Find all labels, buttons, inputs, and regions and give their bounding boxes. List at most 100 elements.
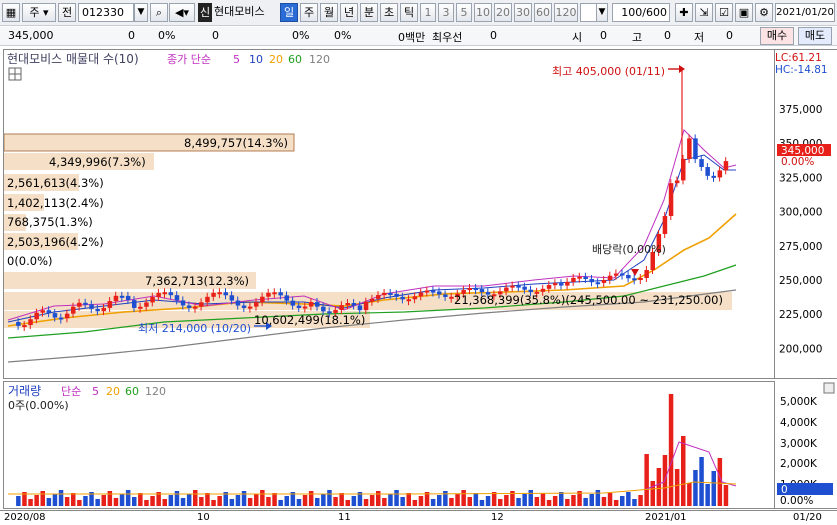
interval-10[interactable]: 10: [474, 3, 492, 22]
volume-bar: [95, 499, 100, 506]
vol-tick-0: 5,000K: [780, 396, 818, 408]
volume-bar: [339, 493, 344, 506]
candle: [40, 310, 45, 313]
interval-dropdown-icon[interactable]: ▼: [596, 3, 608, 22]
period-year[interactable]: 년: [340, 3, 358, 22]
volume-bar: [644, 454, 649, 506]
candle: [595, 282, 601, 285]
candle: [711, 175, 716, 178]
volume-bar: [52, 494, 58, 506]
market-badge: 신: [198, 3, 212, 22]
volume-bar: [71, 493, 76, 506]
quote-low-value: 0: [726, 29, 733, 42]
date-input[interactable]: 2021/01/20: [775, 3, 835, 22]
volume-bar: [491, 492, 497, 506]
checkbox-icon[interactable]: ☑: [715, 3, 733, 22]
volume-bar: [571, 495, 576, 506]
volume-bar: [522, 494, 527, 506]
candle: [437, 291, 442, 295]
chart-toolbar: ▦ 주 ▾ 전 012330 ▼ ⌕ ◀▾ 신 현대모비스 일 주 월 년 분 …: [0, 0, 837, 26]
interval-3[interactable]: 3: [438, 3, 454, 22]
candle: [229, 295, 235, 301]
volume-bar: [150, 496, 155, 506]
price-axis-svg: LC:61.21 HC:-14.81 375,000350,000325,000…: [775, 52, 831, 355]
mode-label: 주: [29, 6, 40, 19]
search-icon[interactable]: ⌕: [150, 3, 168, 22]
save-icon[interactable]: ▣: [735, 3, 753, 22]
candle: [430, 290, 436, 293]
volume-pane-title: 거래량: [8, 384, 41, 398]
period-tick[interactable]: 틱: [400, 3, 418, 22]
mode-select[interactable]: 주 ▾: [22, 3, 56, 22]
candle: [77, 302, 82, 307]
volume-bar: [205, 493, 210, 506]
quote-high-value: 0: [664, 29, 671, 42]
stock-code-input[interactable]: 012330: [78, 3, 134, 22]
period-month[interactable]: 월: [320, 3, 338, 22]
quote-low-label: 저: [694, 31, 705, 44]
volume-bar: [247, 498, 253, 506]
candle: [186, 305, 192, 308]
candle: [559, 283, 564, 286]
candle: [357, 305, 363, 311]
volume-axis: 5,000K 4,000K 3,000K 2,000K 1,000K 0 0.0…: [775, 381, 837, 509]
candle: [321, 306, 326, 312]
volume-bar: [132, 497, 137, 506]
sell-button[interactable]: 매도: [798, 27, 832, 45]
price-tick-0: 375,000: [779, 104, 822, 116]
candle: [607, 275, 613, 281]
profile-label-9: 21,368,399(35.8%)(245,500.00 ~ 231,250.0…: [454, 293, 723, 307]
period-day[interactable]: 일: [280, 3, 298, 22]
count-input[interactable]: 100/600: [612, 3, 670, 22]
interval-1[interactable]: 1: [420, 3, 436, 22]
interval-30[interactable]: 30: [514, 3, 532, 22]
chart-menu-icon[interactable]: ▦: [2, 3, 20, 22]
candle: [394, 293, 399, 297]
volume-bar: [144, 500, 149, 506]
candle: [64, 313, 70, 319]
price-chart[interactable]: 현대모비스 매물대 수(10) 종가 단순 5 10 20 60 120 최고 …: [3, 49, 775, 379]
vol-ma60-label: 60: [125, 385, 139, 398]
candle: [662, 216, 668, 234]
speaker-icon[interactable]: ◀▾: [169, 3, 195, 22]
price-pane-title: 현대모비스 매물대 수(10): [7, 52, 139, 66]
candle: [565, 281, 570, 286]
candle: [376, 295, 381, 299]
volume-bar: [315, 498, 320, 506]
gear-icon[interactable]: ⚙: [755, 3, 773, 22]
candle: [101, 307, 106, 312]
lc-label: LC:61.21: [775, 52, 822, 64]
period-second[interactable]: 초: [380, 3, 398, 22]
vol-ma5-label: 5: [92, 385, 99, 398]
ma10-label: 10: [249, 53, 263, 66]
candle: [119, 295, 125, 298]
interval-60[interactable]: 60: [534, 3, 552, 22]
prev-button[interactable]: 전: [58, 3, 76, 22]
interval-20[interactable]: 20: [494, 3, 512, 22]
candle: [180, 300, 186, 306]
volume-bar: [64, 497, 70, 506]
volume-bar: [345, 500, 350, 506]
interval-120[interactable]: 120: [554, 3, 578, 22]
volume-bar: [119, 494, 125, 506]
candle: [193, 306, 198, 309]
candle: [681, 158, 686, 181]
volume-bars: [16, 394, 729, 506]
crosshair-icon[interactable]: ⇲: [695, 3, 713, 22]
period-week[interactable]: 주: [300, 3, 318, 22]
collapse-icon[interactable]: [823, 382, 835, 394]
volume-bar: [626, 492, 631, 506]
candle: [620, 273, 625, 276]
code-dropdown-icon[interactable]: ▼: [134, 3, 148, 22]
interval-5[interactable]: 5: [456, 3, 472, 22]
volume-chart[interactable]: 거래량 단순 5 20 60 120 0주(0.00%): [3, 381, 775, 509]
candle: [705, 167, 710, 176]
period-minute[interactable]: 분: [360, 3, 378, 22]
price-tick-4: 275,000: [779, 241, 822, 253]
ma-title: 종가 단순: [167, 53, 211, 66]
indicator-add-icon[interactable]: ✚: [675, 3, 693, 22]
volume-bar: [613, 500, 619, 506]
quote-unit-label: 0백만: [398, 31, 426, 44]
buy-button[interactable]: 매수: [760, 27, 794, 45]
volume-bar: [473, 493, 479, 506]
